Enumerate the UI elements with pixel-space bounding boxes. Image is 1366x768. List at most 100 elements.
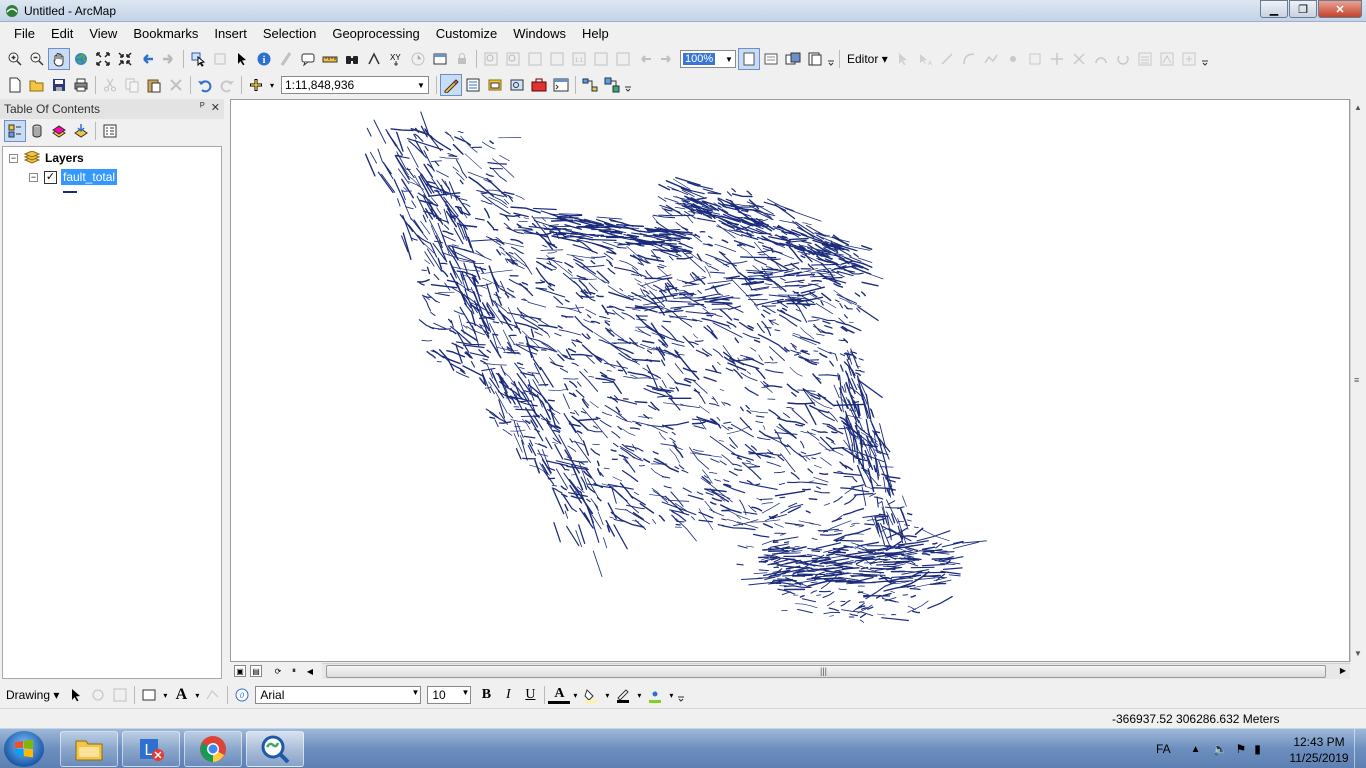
scroll-right-icon[interactable]: ▶ bbox=[1340, 666, 1346, 675]
editor-menu[interactable]: Editor ▾ bbox=[843, 52, 892, 66]
attributes-icon[interactable] bbox=[1134, 48, 1156, 70]
taskbar-arcmap[interactable] bbox=[246, 731, 304, 767]
straight-segment-icon[interactable] bbox=[936, 48, 958, 70]
scroll-up-icon[interactable]: ▲ bbox=[1354, 103, 1362, 112]
scroll-down-icon[interactable]: ▼ bbox=[1354, 649, 1362, 658]
identify-icon[interactable]: i bbox=[253, 48, 275, 70]
toolbar-options-icon[interactable] bbox=[676, 684, 686, 706]
scroll-left-icon[interactable]: ◀ bbox=[304, 665, 316, 677]
back-extent-icon[interactable] bbox=[136, 48, 158, 70]
layers-root-row[interactable]: − Layers bbox=[9, 151, 84, 165]
chevron-down-icon[interactable]: ▼ bbox=[461, 688, 469, 697]
action-center-flag-icon[interactable]: ⚑ bbox=[1236, 742, 1247, 756]
clear-selection-icon[interactable] bbox=[209, 48, 231, 70]
bold-button[interactable]: B bbox=[475, 684, 497, 706]
close-icon[interactable]: ✕ bbox=[211, 101, 220, 114]
toolbar-options-icon[interactable] bbox=[1200, 48, 1210, 70]
menu-customize[interactable]: Customize bbox=[428, 23, 505, 45]
taskbar-clock[interactable]: 12:43 PM 11/25/2019 bbox=[1284, 734, 1354, 766]
rotate-element-icon[interactable] bbox=[87, 684, 109, 706]
toggle-draft-mode-icon[interactable] bbox=[738, 48, 760, 70]
chevron-down-icon[interactable]: ▼ bbox=[411, 688, 419, 697]
map-display[interactable] bbox=[230, 99, 1350, 662]
network-icon[interactable]: ▮ bbox=[1254, 742, 1261, 756]
go-to-xy-icon[interactable]: XY bbox=[385, 48, 407, 70]
font-name-combo[interactable]: Arial ▼ bbox=[255, 686, 422, 704]
toolbar-options-icon[interactable] bbox=[623, 74, 633, 96]
menu-view[interactable]: View bbox=[81, 23, 125, 45]
taskbar-file-explorer[interactable] bbox=[60, 731, 118, 767]
language-indicator[interactable]: FA bbox=[1156, 742, 1171, 756]
list-by-source-icon[interactable] bbox=[26, 120, 48, 142]
measure-icon[interactable] bbox=[319, 48, 341, 70]
taskbar-chrome[interactable] bbox=[184, 731, 242, 767]
menu-help[interactable]: Help bbox=[574, 23, 617, 45]
select-elements-arrow-icon[interactable] bbox=[231, 48, 253, 70]
create-features-icon[interactable] bbox=[1178, 48, 1200, 70]
layout-view-icon[interactable]: ▤ bbox=[250, 665, 262, 677]
font-color-dropdown-icon[interactable]: ▾ bbox=[570, 684, 580, 706]
layer-row-fault-total[interactable]: − ✓ fault_total bbox=[29, 169, 118, 185]
menu-edit[interactable]: Edit bbox=[43, 23, 81, 45]
line-color-icon[interactable] bbox=[612, 684, 634, 706]
modelbuilder-icon[interactable] bbox=[579, 74, 601, 96]
fixed-zoom-out-icon[interactable] bbox=[114, 48, 136, 70]
search-window-icon[interactable] bbox=[506, 74, 528, 96]
fixed-zoom-in-layout-icon[interactable] bbox=[590, 48, 612, 70]
end-point-arc-icon[interactable] bbox=[958, 48, 980, 70]
pan-hand-icon[interactable] bbox=[48, 48, 70, 70]
open-folder-icon[interactable] bbox=[26, 74, 48, 96]
data-driven-pages-icon[interactable] bbox=[804, 48, 826, 70]
list-by-visibility-icon[interactable] bbox=[48, 120, 70, 142]
new-text-icon[interactable]: A bbox=[170, 684, 192, 706]
delete-icon[interactable] bbox=[165, 74, 187, 96]
find-route-icon[interactable] bbox=[363, 48, 385, 70]
python-window-icon[interactable] bbox=[550, 74, 572, 96]
collapse-layers-toggle[interactable]: − bbox=[9, 153, 18, 163]
close-button[interactable]: ✕ bbox=[1318, 0, 1362, 18]
add-data-dropdown-icon[interactable]: ▾ bbox=[267, 74, 277, 96]
menu-geoprocessing[interactable]: Geoprocessing bbox=[324, 23, 427, 45]
start-button[interactable] bbox=[4, 731, 44, 767]
editor-toolbar-icon[interactable] bbox=[440, 74, 462, 96]
cut-polygons-icon[interactable] bbox=[1068, 48, 1090, 70]
font-color-button[interactable]: A bbox=[548, 686, 571, 704]
collapse-layer-toggle[interactable]: − bbox=[29, 172, 38, 182]
layout-zoom-combo[interactable]: 100% ▼ bbox=[680, 50, 736, 68]
rectangle-dropdown-icon[interactable]: ▾ bbox=[160, 684, 170, 706]
drawing-menu[interactable]: Drawing ▾ bbox=[6, 688, 65, 702]
split-tool-icon[interactable] bbox=[1090, 48, 1112, 70]
new-document-icon[interactable] bbox=[4, 74, 26, 96]
network-analyst-icon[interactable] bbox=[601, 74, 623, 96]
show-hidden-icons-icon[interactable]: ▲ bbox=[1191, 744, 1201, 755]
layout-zoom-out-icon[interactable] bbox=[502, 48, 524, 70]
find-binoculars-icon[interactable] bbox=[341, 48, 363, 70]
refresh-icon[interactable]: ⟳ bbox=[272, 665, 284, 677]
vertical-scrollbar[interactable]: ▲ ≡ ▼ bbox=[1350, 99, 1366, 662]
menu-file[interactable]: File bbox=[6, 23, 43, 45]
copy-icon[interactable] bbox=[121, 74, 143, 96]
restore-button[interactable]: ❐ bbox=[1289, 0, 1317, 18]
menu-bookmarks[interactable]: Bookmarks bbox=[125, 23, 206, 45]
zoom-in-icon[interactable] bbox=[4, 48, 26, 70]
save-icon[interactable] bbox=[48, 74, 70, 96]
volume-icon[interactable]: 🔈 bbox=[1213, 742, 1228, 756]
pause-drawing-icon[interactable]: ⏸ bbox=[288, 665, 300, 677]
zoom-to-selected-elements-icon[interactable] bbox=[109, 684, 131, 706]
edit-tool-icon[interactable] bbox=[892, 48, 914, 70]
layer-name-label[interactable]: fault_total bbox=[61, 169, 118, 185]
list-by-selection-icon[interactable] bbox=[70, 120, 92, 142]
rectangle-tool-icon[interactable] bbox=[138, 684, 160, 706]
reshape-feature-icon[interactable] bbox=[1046, 48, 1068, 70]
rotate-tool-icon[interactable] bbox=[1112, 48, 1134, 70]
select-features-icon[interactable] bbox=[187, 48, 209, 70]
go-forward-layout-icon[interactable] bbox=[656, 48, 678, 70]
add-data-icon[interactable] bbox=[245, 74, 267, 96]
edit-vertices-icon[interactable] bbox=[1024, 48, 1046, 70]
edit-annotation-icon[interactable]: A bbox=[914, 48, 936, 70]
list-by-drawing-order-icon[interactable] bbox=[4, 120, 26, 142]
focus-data-frame-icon[interactable] bbox=[760, 48, 782, 70]
fixed-zoom-in-icon[interactable] bbox=[92, 48, 114, 70]
paste-icon[interactable] bbox=[143, 74, 165, 96]
layout-zoom-in-icon[interactable] bbox=[480, 48, 502, 70]
